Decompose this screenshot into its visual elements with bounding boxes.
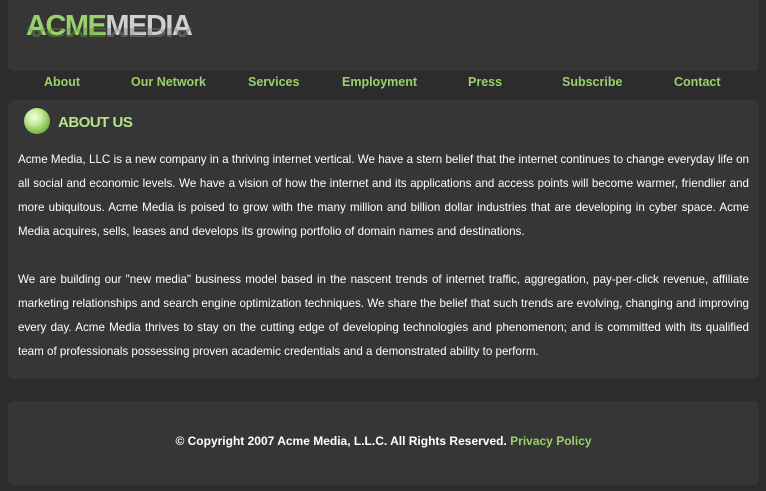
about-paragraph-1: Acme Media, LLC is a new company in a th… [18, 153, 749, 238]
header-panel: ACMEMEDIA ACMEMEDIA [8, 0, 759, 71]
nav-contact-link[interactable]: Contact [674, 75, 721, 89]
about-paragraph-2: We are building our "new media" business… [18, 273, 749, 358]
nav-our-network-link[interactable]: Our Network [131, 75, 206, 89]
logo-reflection: ACMEMEDIA [26, 25, 192, 40]
nav-employment-link[interactable]: Employment [342, 75, 417, 89]
nav-services-link[interactable]: Services [248, 75, 299, 89]
footer-panel: © Copyright 2007 Acme Media, L.L.C. All … [8, 401, 759, 485]
footer-line: © Copyright 2007 Acme Media, L.L.C. All … [8, 434, 759, 448]
copyright-text: © Copyright 2007 Acme Media, L.L.C. All … [175, 434, 507, 448]
nav-subscribe-link[interactable]: Subscribe [562, 75, 622, 89]
nav-about-link[interactable]: About [44, 75, 80, 89]
about-us-heading: ABOUT US [58, 114, 133, 131]
nav-press-link[interactable]: Press [468, 75, 502, 89]
about-panel: ABOUT US Acme Media, LLC is a new compan… [8, 100, 759, 379]
privacy-policy-link[interactable]: Privacy Policy [510, 434, 591, 448]
green-orb-icon [21, 105, 53, 137]
main-nav: About Our Network Services Employment Pr… [0, 75, 766, 93]
